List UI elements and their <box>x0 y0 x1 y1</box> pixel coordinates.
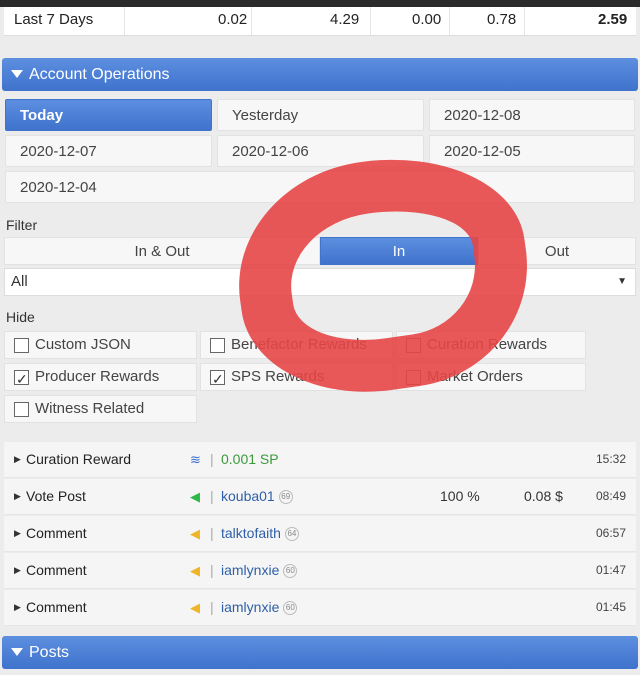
checkbox-label: Benefactor Rewards <box>231 336 367 353</box>
divider: | <box>210 525 214 541</box>
section-title: Posts <box>29 644 70 661</box>
hide-sps-rewards-checkbox[interactable]: SPS Rewards <box>200 363 393 392</box>
divider: | <box>210 599 214 615</box>
reward-amount: 0.001 SP <box>221 451 279 467</box>
hide-curation-rewards-checkbox[interactable]: Curation Rewards <box>396 331 586 359</box>
stats-value: 0.78 <box>487 11 517 28</box>
date-button[interactable]: 2020-12-06 <box>217 135 424 167</box>
stats-value: 0.02 <box>218 11 248 28</box>
operation-row[interactable]: ▶ Comment ◀ | talktofaith 64 06:57 <box>4 516 636 552</box>
checkbox-label: Curation Rewards <box>427 336 548 353</box>
checkbox-label: Witness Related <box>35 400 145 417</box>
reputation-badge: 60 <box>283 601 298 616</box>
select-value: All <box>11 273 28 290</box>
divider: | <box>210 451 214 467</box>
stats-value: 4.29 <box>330 11 360 28</box>
divider <box>524 7 525 35</box>
incoming-arrow-icon: ◀ <box>190 489 200 504</box>
incoming-arrow-icon: ◀ <box>190 563 200 578</box>
user-link[interactable]: kouba01 69 <box>221 479 293 514</box>
chevron-down-icon <box>11 647 23 656</box>
stats-value: 0.00 <box>412 11 442 28</box>
checkbox-checked[interactable] <box>14 366 29 392</box>
expand-arrow-icon[interactable]: ▶ <box>14 442 21 477</box>
operation-type: Comment <box>26 562 87 578</box>
date-button[interactable]: 2020-12-05 <box>429 135 635 167</box>
divider <box>251 7 252 35</box>
filter-in-tab[interactable]: In <box>320 237 478 265</box>
account-operations-header[interactable]: Account Operations <box>2 58 638 91</box>
hide-producer-rewards-checkbox[interactable]: Producer Rewards <box>4 363 197 392</box>
divider <box>124 7 125 35</box>
checkbox[interactable] <box>14 338 29 353</box>
posts-header[interactable]: Posts <box>2 636 638 669</box>
date-button[interactable]: 2020-12-07 <box>5 135 212 167</box>
divider <box>449 7 450 35</box>
operation-time: 06:57 <box>595 526 626 540</box>
checkbox[interactable] <box>406 338 421 353</box>
operation-type: Comment <box>26 525 87 541</box>
checkbox-label: Market Orders <box>427 368 523 385</box>
hide-witness-related-checkbox[interactable]: Witness Related <box>4 395 197 423</box>
caret-down-icon: ▼ <box>617 276 627 287</box>
vote-percent: 100 % <box>440 488 480 504</box>
operation-row[interactable]: ▶ Comment ◀ | iamlynxie 60 01:47 <box>4 553 636 589</box>
section-title: Account Operations <box>29 66 170 83</box>
checkbox[interactable] <box>406 370 421 385</box>
operation-row[interactable]: ▶ Comment ◀ | iamlynxie 60 01:45 <box>4 590 636 626</box>
incoming-arrow-icon: ◀ <box>190 600 200 615</box>
reputation-badge: 60 <box>283 564 298 579</box>
checkbox[interactable] <box>14 402 29 417</box>
hide-label: Hide <box>6 309 35 325</box>
date-yesterday-button[interactable]: Yesterday <box>217 99 424 131</box>
steem-logo-icon: ≋ <box>190 452 201 467</box>
reputation-badge: 69 <box>278 490 293 505</box>
filter-out-tab[interactable]: Out <box>478 237 636 265</box>
operation-type: Vote Post <box>26 488 86 504</box>
operation-time: 01:47 <box>595 563 626 577</box>
operation-type: Comment <box>26 599 87 615</box>
expand-arrow-icon[interactable]: ▶ <box>14 516 21 551</box>
filter-label: Filter <box>6 217 38 233</box>
stats-label: Last 7 Days <box>14 11 94 28</box>
hide-market-orders-checkbox[interactable]: Market Orders <box>396 363 586 391</box>
user-link[interactable]: iamlynxie 60 <box>221 553 298 588</box>
expand-arrow-icon[interactable]: ▶ <box>14 553 21 588</box>
filter-in-out-tab[interactable]: In & Out <box>4 237 320 265</box>
checkbox-label: SPS Rewards <box>231 368 325 385</box>
incoming-arrow-icon: ◀ <box>190 526 200 541</box>
date-today-button[interactable]: Today <box>5 99 212 131</box>
checkbox-label: Producer Rewards <box>35 368 160 385</box>
checkbox[interactable] <box>210 338 225 353</box>
operation-time: 08:49 <box>595 489 626 503</box>
hide-benefactor-rewards-checkbox[interactable]: Benefactor Rewards <box>200 331 393 359</box>
operation-row[interactable]: ▶ Curation Reward ≋ | 0.001 SP 15:32 <box>4 442 636 478</box>
user-link[interactable]: talktofaith 64 <box>221 516 299 551</box>
date-button[interactable]: 2020-12-04 <box>5 171 635 203</box>
operation-time: 01:45 <box>595 600 626 614</box>
stats-total: 2.59 <box>598 11 628 28</box>
checkbox-checked[interactable] <box>210 366 225 392</box>
reputation-badge: 64 <box>284 527 299 542</box>
operation-row[interactable]: ▶ Vote Post ◀ | kouba01 69 100 % 0.08 $ 0… <box>4 479 636 515</box>
checkbox-label: Custom JSON <box>35 336 131 353</box>
expand-arrow-icon[interactable]: ▶ <box>14 590 21 625</box>
operation-type-select[interactable]: All ▼ <box>4 268 636 296</box>
expand-arrow-icon[interactable]: ▶ <box>14 479 21 514</box>
date-button[interactable]: 2020-12-08 <box>429 99 635 131</box>
operation-type: Curation Reward <box>26 451 132 467</box>
divider: | <box>210 488 214 504</box>
top-bar <box>0 0 640 7</box>
hide-custom-json-checkbox[interactable]: Custom JSON <box>4 331 197 359</box>
user-link[interactable]: iamlynxie 60 <box>221 590 298 625</box>
chevron-down-icon <box>11 69 23 78</box>
stats-row-last-7-days: Last 7 Days 0.02 4.29 0.00 0.78 2.59 <box>4 7 636 36</box>
divider: | <box>210 562 214 578</box>
vote-value: 0.08 $ <box>524 488 563 504</box>
operation-time: 15:32 <box>595 452 626 466</box>
divider <box>370 7 371 35</box>
